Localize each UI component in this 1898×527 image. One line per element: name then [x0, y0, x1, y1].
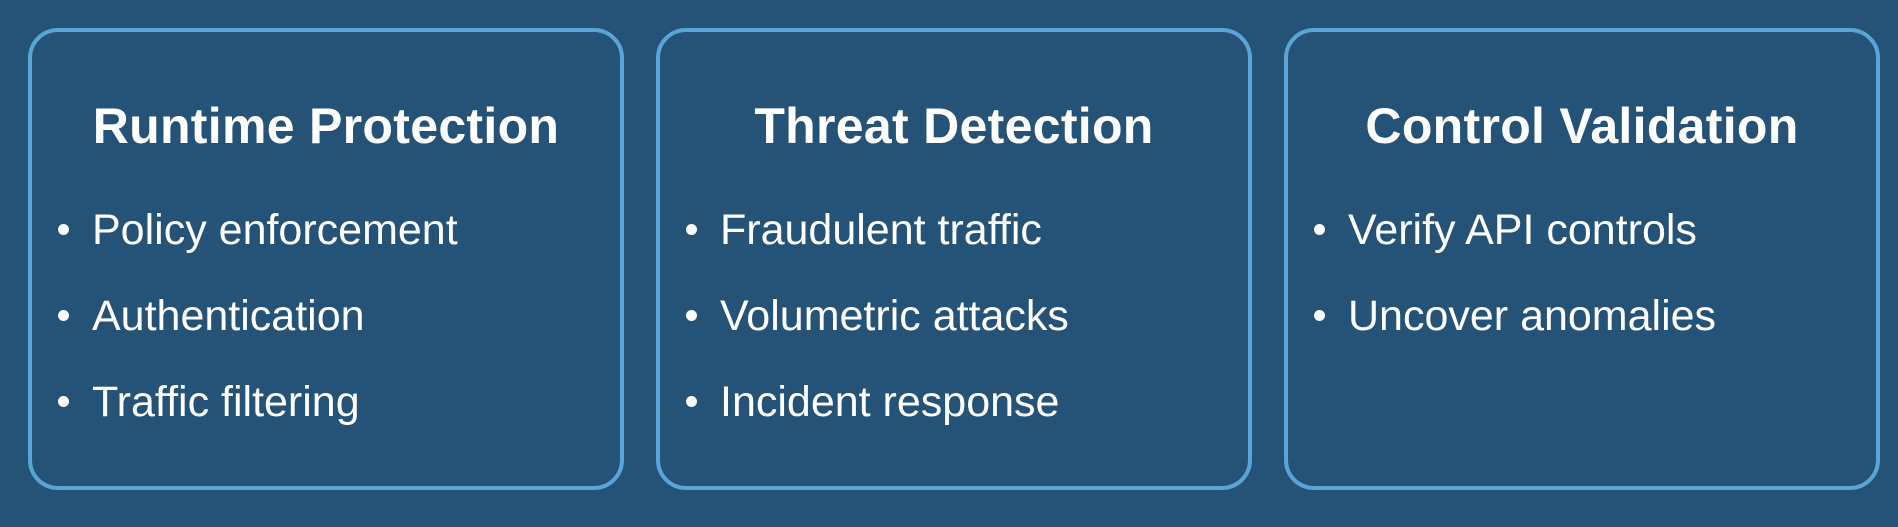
bullet-text: Uncover anomalies	[1348, 292, 1717, 340]
bullet-list: Verify API controls Uncover anomalies	[1310, 204, 1866, 376]
bullet-text: Volumetric attacks	[720, 292, 1069, 340]
bullet-text: Policy enforcement	[92, 206, 458, 254]
card-title: Runtime Protection	[92, 98, 560, 154]
bullet-text: Incident response	[720, 378, 1060, 426]
bullet-dot-icon	[58, 224, 69, 235]
bullet-dot-icon	[58, 310, 69, 321]
diagram-canvas: Runtime Protection Policy enforcement Au…	[0, 0, 1898, 527]
bullet-dot-icon	[686, 396, 697, 407]
card-title: Control Validation	[1365, 98, 1799, 154]
bullet-item: Authentication	[54, 290, 610, 376]
bullet-item: Policy enforcement	[54, 204, 610, 290]
bullet-dot-icon	[686, 224, 697, 235]
bullet-list: Fraudulent traffic Volumetric attacks In…	[682, 204, 1238, 462]
bullet-item: Traffic filtering	[54, 376, 610, 462]
bullet-text: Verify API controls	[1348, 206, 1697, 254]
bullet-text: Fraudulent traffic	[720, 206, 1042, 254]
bullet-item: Incident response	[682, 376, 1238, 462]
bullet-list: Policy enforcement Authentication Traffi…	[54, 204, 610, 462]
card-title: Threat Detection	[754, 98, 1154, 154]
bullet-dot-icon	[58, 396, 69, 407]
card-runtime-protection: Runtime Protection Policy enforcement Au…	[28, 28, 624, 490]
bullet-item: Volumetric attacks	[682, 290, 1238, 376]
bullet-item: Fraudulent traffic	[682, 204, 1238, 290]
bullet-dot-icon	[1314, 310, 1325, 321]
card-control-validation: Control Validation Verify API controls U…	[1284, 28, 1880, 490]
bullet-item: Uncover anomalies	[1310, 290, 1866, 376]
bullet-text: Authentication	[92, 292, 365, 340]
card-threat-detection: Threat Detection Fraudulent traffic Volu…	[656, 28, 1252, 490]
bullet-item: Verify API controls	[1310, 204, 1866, 290]
bullet-dot-icon	[1314, 224, 1325, 235]
bullet-text: Traffic filtering	[92, 378, 360, 426]
bullet-dot-icon	[686, 310, 697, 321]
